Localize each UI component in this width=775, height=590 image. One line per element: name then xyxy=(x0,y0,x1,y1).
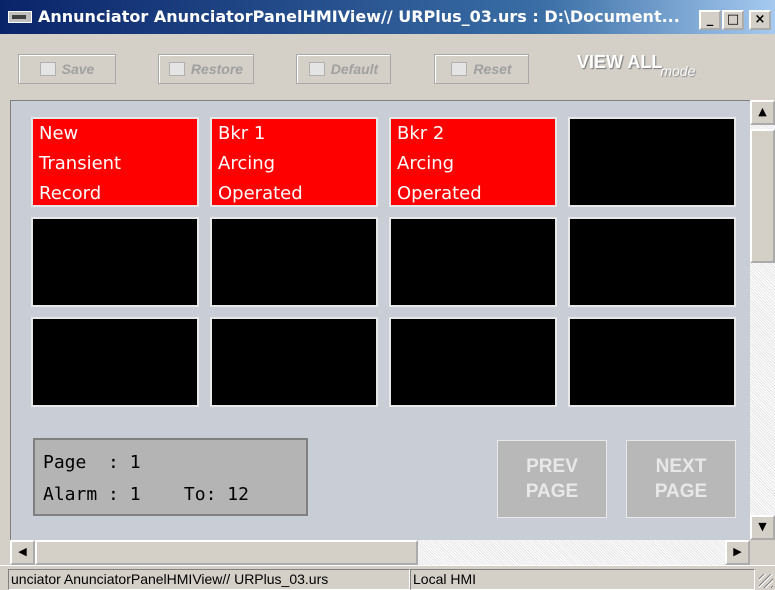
alarm-tile-line: Operated xyxy=(218,183,303,204)
page-info-box: Page : 1 Alarm : 1 To: 12 xyxy=(33,438,308,516)
status-document-pane: unciator AnunciatorPanelHMIView// URPlus… xyxy=(8,569,410,590)
restore-label: Restore xyxy=(190,61,244,77)
alarm-tile[interactable]: Bkr 1 Arcing Operated xyxy=(210,117,378,207)
to-value: 12 xyxy=(227,484,249,505)
view-all-label: VIEW ALL xyxy=(577,52,663,72)
reset-button[interactable]: Reset xyxy=(434,54,529,84)
title-bar[interactable]: Annunciator AnunciatorPanelHMIView// URP… xyxy=(0,0,775,34)
alarm-row: Alarm : 1 To: 12 xyxy=(43,484,249,505)
alarm-tile[interactable]: New Transient Record xyxy=(31,117,199,207)
page-row: Page : 1 xyxy=(43,452,141,473)
prev-page-line1: PREV xyxy=(526,456,578,477)
annunciator-panel: New Transient Record Bkr 1 Arcing Operated Bkr… xyxy=(10,100,750,540)
save-icon xyxy=(39,62,56,76)
alarm-tile[interactable] xyxy=(31,217,199,307)
alarm-tile[interactable] xyxy=(389,217,557,307)
alarm-tile-line: Record xyxy=(39,183,102,204)
alarm-tile[interactable] xyxy=(568,117,736,207)
horizontal-scroll-thumb[interactable] xyxy=(35,540,418,565)
scroll-down-button[interactable]: ▼ xyxy=(750,515,775,540)
horizontal-scrollbar[interactable]: ◀ ▶ xyxy=(10,540,750,565)
view-all-mode-indicator: VIEW ALLmode xyxy=(577,52,695,79)
alarm-tile-line: Operated xyxy=(397,183,482,204)
alarm-tile-line: Arcing xyxy=(218,153,276,174)
alarm-value: 1 xyxy=(129,484,141,505)
maximize-button[interactable]: □ xyxy=(722,10,744,30)
restore-icon xyxy=(168,62,185,76)
alarm-tile-line: Transient xyxy=(39,153,122,174)
close-button[interactable]: × xyxy=(749,10,771,30)
alarm-separator: : xyxy=(108,484,119,505)
default-icon xyxy=(308,62,325,76)
prev-page-line2: PAGE xyxy=(525,481,579,502)
default-button[interactable]: Default xyxy=(296,54,391,84)
save-button[interactable]: Save xyxy=(18,54,116,84)
page-separator: : xyxy=(108,452,119,473)
scroll-up-button[interactable]: ▲ xyxy=(750,100,775,125)
vertical-scroll-thumb[interactable] xyxy=(750,129,775,263)
alarm-tile-line: Bkr 1 xyxy=(218,123,266,144)
alarm-tile-line: New xyxy=(39,123,79,144)
restore-button[interactable]: Restore xyxy=(158,54,254,84)
default-label: Default xyxy=(330,61,379,77)
alarm-tile[interactable] xyxy=(210,317,378,407)
app-icon[interactable] xyxy=(8,11,32,23)
mode-label: mode xyxy=(660,63,696,79)
alarm-tile-line: Arcing xyxy=(397,153,455,174)
alarm-tile[interactable] xyxy=(31,317,199,407)
next-page-button[interactable]: NEXT PAGE xyxy=(626,440,736,518)
alarm-tile[interactable] xyxy=(210,217,378,307)
save-label: Save xyxy=(61,61,95,77)
page-value: 1 xyxy=(129,452,141,473)
alarm-tile-line: Bkr 2 xyxy=(397,123,445,144)
page-label: Page xyxy=(43,452,87,473)
alarm-tile[interactable] xyxy=(568,217,736,307)
scrollbar-corner xyxy=(750,540,775,565)
scroll-right-button[interactable]: ▶ xyxy=(725,540,750,565)
reset-icon xyxy=(451,62,468,76)
reset-label: Reset xyxy=(473,61,512,77)
alarm-tile[interactable] xyxy=(568,317,736,407)
vertical-scrollbar[interactable]: ▲ ▼ xyxy=(750,100,775,540)
status-mode-pane: Local HMI xyxy=(410,569,755,590)
alarm-tile[interactable] xyxy=(389,317,557,407)
alarm-label: Alarm xyxy=(43,484,98,505)
prev-page-button[interactable]: PREV PAGE xyxy=(497,440,607,518)
toolbar: Save Restore Default Reset VIEW ALLmode xyxy=(0,34,775,100)
minimize-button[interactable]: _ xyxy=(699,10,721,30)
status-bar: unciator AnunciatorPanelHMIView// URPlus… xyxy=(0,565,775,590)
scroll-left-button[interactable]: ◀ xyxy=(10,540,35,565)
resize-grip[interactable] xyxy=(759,574,773,588)
next-page-line1: NEXT xyxy=(655,456,707,477)
alarm-tile[interactable]: Bkr 2 Arcing Operated xyxy=(389,117,557,207)
window-title: Annunciator AnunciatorPanelHMIView// URP… xyxy=(38,7,680,26)
next-page-line2: PAGE xyxy=(654,481,708,502)
to-label: To: xyxy=(183,484,217,505)
